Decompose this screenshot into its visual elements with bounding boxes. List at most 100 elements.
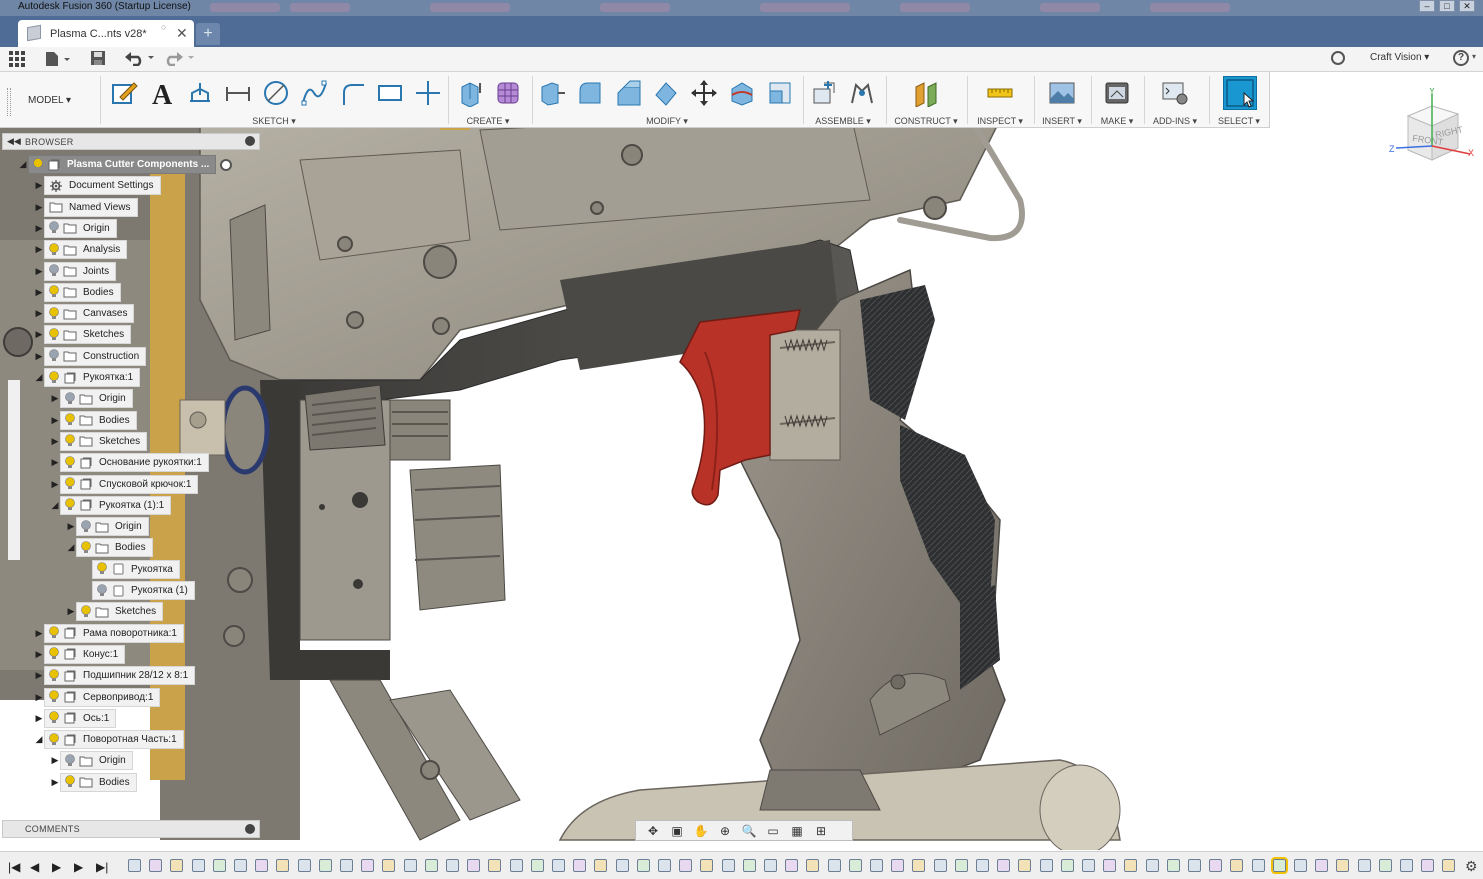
grid-settings-icon[interactable]: ▦ [786,824,808,838]
visibility-bulb-icon[interactable] [47,220,61,236]
timeline-feature-step[interactable] [1294,859,1307,872]
close-tab-icon[interactable]: ✕ [176,25,188,42]
measure-icon[interactable] [986,79,1014,107]
visibility-bulb-icon[interactable] [47,263,61,279]
timeline-feature-step[interactable] [616,859,629,872]
timeline-feature-step[interactable] [488,859,501,872]
visibility-bulb-icon[interactable] [47,242,61,258]
timeline-feature-step[interactable] [870,859,883,872]
help-icon[interactable]: ? [1453,50,1469,66]
timeline-feature-step[interactable] [679,859,692,872]
new-component-icon[interactable] [810,79,838,107]
expand-toggle-icon[interactable]: ◢ [66,542,76,553]
browser-node-chip[interactable]: Construction [44,346,147,366]
browser-node-chip[interactable]: Основание рукоятки:1 [60,453,209,473]
browser-node-chip[interactable]: Joints [44,261,117,281]
browser-node-chip[interactable]: Рукоятка (1):1 [60,495,172,515]
user-account-menu[interactable]: Craft Vision ▾ [1370,52,1429,63]
expand-toggle-icon[interactable]: ▶ [34,692,44,703]
expand-toggle-icon[interactable]: ▶ [66,606,76,617]
document-tab[interactable]: Plasma C...nts v28* ○ ✕ [18,20,194,47]
timeline-feature-step[interactable] [722,859,735,872]
modify-group-label[interactable]: MODIFY ▾ [646,116,688,127]
visibility-bulb-icon[interactable] [63,476,77,492]
visibility-bulb-icon[interactable] [47,306,61,322]
visibility-bulb-icon[interactable] [47,732,61,748]
browser-node-chip[interactable]: Origin [60,751,133,771]
browser-node-chip[interactable]: Bodies [60,410,137,430]
expand-toggle-icon[interactable]: ◢ [34,734,44,745]
visibility-bulb-icon[interactable] [47,668,61,684]
joint-icon[interactable] [848,79,876,107]
fillet-sketch-icon[interactable] [338,79,366,107]
expand-toggle-icon[interactable]: ▶ [34,713,44,724]
sketch-group-label[interactable]: SKETCH ▾ [252,116,296,127]
help-caret-icon[interactable]: ▾ [1472,52,1476,61]
visibility-bulb-icon[interactable] [63,774,77,790]
expand-toggle-icon[interactable]: ▶ [34,329,44,340]
timeline-feature-step[interactable] [1336,859,1349,872]
expand-toggle-icon[interactable]: ▶ [34,202,44,213]
browser-node-chip[interactable]: Sketches [76,602,164,622]
expand-toggle-icon[interactable]: ▶ [50,777,60,788]
press-pull-icon[interactable] [538,79,566,107]
browser-node[interactable]: ▶ Рама поворотника:1 [34,623,184,643]
browser-node-chip[interactable]: Analysis [44,240,128,260]
expand-toggle-icon[interactable]: ▶ [34,244,44,255]
timeline-feature-step[interactable] [552,859,565,872]
timeline-feature-step[interactable] [700,859,713,872]
timeline-feature-step[interactable] [1209,859,1222,872]
timeline-feature-step[interactable] [934,859,947,872]
timeline-feature-step[interactable] [1040,859,1053,872]
visibility-bulb-icon[interactable] [63,391,77,407]
browser-node[interactable]: Рукоятка (1) [82,581,195,600]
timeline-feature-step[interactable] [1167,859,1180,872]
undo-icon[interactable] [124,50,156,69]
text-icon[interactable]: A [148,79,176,107]
timeline-feature-step[interactable] [404,859,417,872]
timeline-feature-step[interactable] [361,859,374,872]
browser-node[interactable]: ◢ Рукоятка:1 [34,368,141,387]
construct-group-label[interactable]: CONSTRUCT ▾ [894,116,957,127]
browser-node-chip[interactable]: Рукоятка:1 [44,368,141,387]
visibility-bulb-icon[interactable] [31,157,45,173]
browser-node[interactable]: ▶ Analysis [34,240,128,260]
visibility-bulb-icon[interactable] [63,433,77,449]
rectangle-icon[interactable] [376,79,404,107]
browser-node-chip[interactable]: Поворотная Часть:1 [44,730,184,750]
timeline-feature-step[interactable] [743,859,756,872]
expand-toggle-icon[interactable]: ◢ [50,500,60,511]
browser-node-chip[interactable]: Рукоятка [92,559,180,579]
visibility-bulb-icon[interactable] [79,540,93,556]
visibility-bulb-icon[interactable] [63,412,77,428]
select-group-label[interactable]: SELECT ▾ [1218,116,1260,127]
move-icon[interactable] [690,79,718,107]
timeline-feature-step[interactable] [594,859,607,872]
timeline-feature-step[interactable] [1188,859,1201,872]
addins-group-label[interactable]: ADD-INS ▾ [1153,116,1197,127]
browser-node[interactable]: ▶ Origin [50,389,133,409]
collapse-browser-icon[interactable]: ◀◀ [7,136,21,147]
create-sketch-icon[interactable] [110,79,138,107]
visibility-bulb-icon[interactable] [47,689,61,705]
browser-node[interactable]: ▶ Origin [34,218,117,238]
timeline-feature-step[interactable] [510,859,523,872]
visibility-bulb-icon[interactable] [79,604,93,620]
expand-toggle-icon[interactable]: ▶ [66,521,76,532]
spline-icon[interactable] [300,79,328,107]
timeline-feature-step[interactable] [1061,859,1074,872]
timeline-feature-step[interactable] [785,859,798,872]
view-cube[interactable]: FRONT RIGHT Y X Z [1388,86,1478,166]
browser-node[interactable]: ◢ Bodies [66,538,153,558]
timeline-feature-step[interactable] [340,859,353,872]
browser-node-chip[interactable]: Сервопривод:1 [44,687,161,707]
browser-node-chip[interactable]: Рама поворотника:1 [44,623,184,643]
timeline-feature-step[interactable] [170,859,183,872]
expand-toggle-icon[interactable]: ▶ [34,670,44,681]
timeline-feature-step[interactable] [425,859,438,872]
browser-node-chip[interactable]: Sketches [60,431,148,451]
timeline-feature-step[interactable] [806,859,819,872]
browser-node-chip[interactable]: Спусковой крючок:1 [60,474,199,494]
browser-node-chip[interactable]: Sketches [44,325,132,345]
insert-group-label[interactable]: INSERT ▾ [1042,116,1082,127]
